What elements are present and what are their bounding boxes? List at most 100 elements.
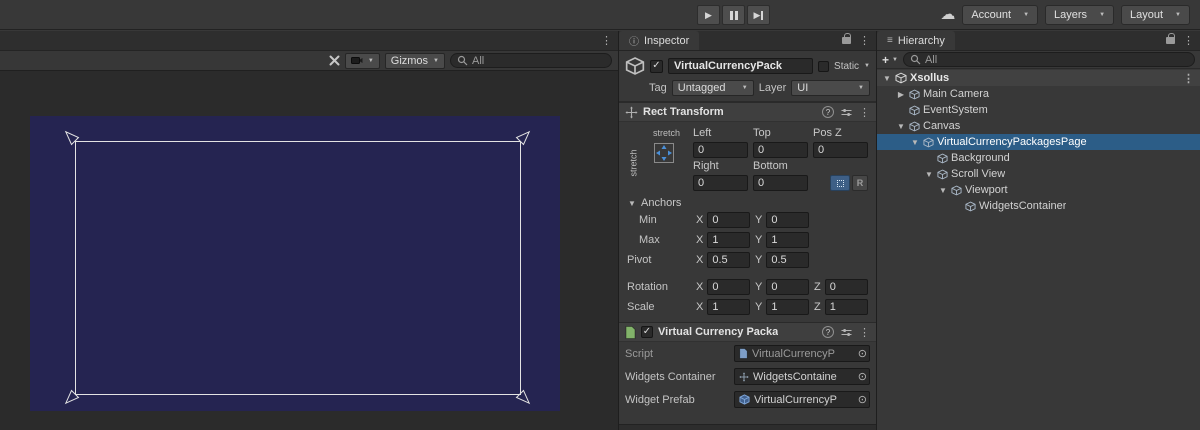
create-object-button[interactable]: + ▼ [882, 53, 898, 67]
top-field[interactable]: 0 [753, 142, 808, 158]
foldout-arrow-icon[interactable]: ▼ [910, 138, 920, 147]
account-dropdown[interactable]: Account▼ [962, 5, 1038, 25]
min-y-field[interactable]: 0 [766, 212, 809, 228]
scale-z-field[interactable]: 1 [825, 299, 868, 315]
active-checkbox[interactable]: ✓ [650, 60, 663, 73]
presets-icon[interactable] [841, 107, 852, 118]
hierarchy-search-text: All [925, 54, 937, 66]
scale-x-field[interactable]: 1 [707, 299, 750, 315]
rotation-x-field[interactable]: 0 [707, 279, 750, 295]
checkmark-icon: ✓ [643, 327, 651, 337]
foldout-arrow-icon[interactable]: ▼ [882, 74, 892, 83]
rotation-y-field[interactable]: 0 [766, 279, 809, 295]
layout-dropdown[interactable]: Layout▼ [1121, 5, 1190, 25]
rotation-z-field[interactable]: 0 [825, 279, 868, 295]
tag-dropdown[interactable]: Untagged ▼ [672, 80, 754, 96]
editor-tools-icon[interactable] [329, 55, 340, 66]
object-field-value: VirtualCurrencyP [754, 394, 837, 406]
anchor-preset-button[interactable] [651, 140, 677, 169]
gizmos-dropdown[interactable]: Gizmos ▼ [385, 53, 445, 69]
pivot-y-field[interactable]: 0.5 [766, 252, 809, 268]
foldout-arrow-icon: ▼ [627, 199, 637, 208]
presets-icon[interactable] [841, 327, 852, 338]
layer-dropdown[interactable]: UI ▼ [791, 80, 870, 96]
chevron-down-icon: ▼ [368, 58, 374, 64]
lock-icon[interactable] [842, 37, 851, 44]
camera-icon [351, 56, 363, 65]
foldout-arrow-icon[interactable]: ▶ [896, 90, 906, 99]
gameobject-icon [937, 153, 948, 164]
scene-options-icon[interactable]: ⋮ [1183, 72, 1200, 85]
pivot-x-field[interactable]: 0.5 [707, 252, 750, 268]
gameobject-icon [923, 137, 934, 148]
search-icon [910, 54, 921, 65]
hierarchy-row-selected[interactable]: ▼ VirtualCurrencyPackagesPage [877, 134, 1200, 150]
inspector-menu-icon[interactable]: ⋮ [859, 34, 870, 47]
tab-inspector[interactable]: ⓘ Inspector [619, 31, 699, 50]
lock-icon[interactable] [1166, 37, 1175, 44]
static-checkbox[interactable] [818, 61, 829, 72]
scene-panel-menu-icon[interactable]: ⋮ [601, 34, 612, 47]
hierarchy-row[interactable]: EventSystem [877, 102, 1200, 118]
layer-label: Layer [759, 82, 787, 94]
min-x-field[interactable]: 0 [707, 212, 750, 228]
hierarchy-row[interactable]: ▼ Scroll View [877, 166, 1200, 182]
help-icon[interactable]: ? [822, 106, 834, 118]
object-picker-icon[interactable]: ⊙ [858, 347, 867, 360]
step-button[interactable]: ▶ [747, 5, 770, 25]
widgets-container-field[interactable]: WidgetsContaine ⊙ [734, 368, 870, 385]
hierarchy-panel: ≡ Hierarchy ⋮ + ▼ All ▼ [876, 31, 1200, 430]
foldout-arrow-icon[interactable]: ▼ [896, 122, 906, 131]
script-component-header[interactable]: ✓ Virtual Currency Packa ? ⋮ [619, 322, 876, 342]
static-dropdown-icon[interactable]: ▼ [864, 63, 870, 69]
raw-edit-mode-button[interactable]: R [852, 175, 868, 191]
collab-cloud-icon[interactable]: ☁ [940, 5, 955, 25]
hierarchy-tab-title: Hierarchy [898, 35, 945, 47]
anchors-foldout[interactable]: ▼ Anchors [619, 194, 876, 210]
rect-transform-header[interactable]: Rect Transform ? ⋮ [619, 102, 876, 122]
left-field[interactable]: 0 [693, 142, 748, 158]
help-icon[interactable]: ? [822, 326, 834, 338]
main-toolbar: ▶ ▶ ☁ Account▼ Layers▼ Layout▼ [0, 0, 1200, 30]
hierarchy-tabstrip: ≡ Hierarchy ⋮ [877, 31, 1200, 51]
gameobject-name-field[interactable]: VirtualCurrencyPack [668, 58, 813, 74]
scale-y-field[interactable]: 1 [766, 299, 809, 315]
scene-search-input[interactable]: All [450, 53, 612, 68]
layers-dropdown[interactable]: Layers▼ [1045, 5, 1114, 25]
hierarchy-row[interactable]: ▼ Viewport [877, 182, 1200, 198]
x-axis-label: X [696, 301, 703, 313]
hierarchy-row[interactable]: WidgetsContainer [877, 198, 1200, 214]
max-y-field[interactable]: 1 [766, 232, 809, 248]
bottom-label: Bottom [753, 160, 808, 173]
hierarchy-row[interactable]: ▼ Canvas [877, 118, 1200, 134]
gameobject-icon[interactable] [625, 56, 645, 76]
foldout-arrow-icon[interactable]: ▼ [924, 170, 934, 179]
play-button[interactable]: ▶ [697, 5, 720, 25]
component-enabled-checkbox[interactable]: ✓ [641, 326, 653, 338]
pause-button[interactable] [722, 5, 745, 25]
object-picker-icon[interactable]: ⊙ [858, 370, 867, 383]
hierarchy-row-scene[interactable]: ▼ Xsollus ⋮ [877, 70, 1200, 86]
scene-camera-dropdown[interactable]: ▼ [345, 53, 380, 69]
blueprint-mode-button[interactable] [830, 175, 850, 191]
hierarchy-row[interactable]: Background [877, 150, 1200, 166]
object-picker-icon[interactable]: ⊙ [858, 393, 867, 406]
hierarchy-search-input[interactable]: All [903, 52, 1195, 67]
bottom-field[interactable]: 0 [753, 175, 808, 191]
hierarchy-menu-icon[interactable]: ⋮ [1183, 34, 1194, 47]
property-label: Script [625, 348, 729, 360]
right-field[interactable]: 0 [693, 175, 748, 191]
inspector-tabstrip: ⓘ Inspector ⋮ [619, 31, 876, 51]
posz-field[interactable]: 0 [813, 142, 868, 158]
component-menu-icon[interactable]: ⋮ [859, 106, 870, 119]
script-object-field[interactable]: VirtualCurrencyP ⊙ [734, 345, 870, 362]
hierarchy-row[interactable]: ▶ Main Camera [877, 86, 1200, 102]
foldout-arrow-icon[interactable]: ▼ [938, 186, 948, 195]
chevron-down-icon: ▼ [1023, 12, 1029, 18]
widget-prefab-field[interactable]: VirtualCurrencyP ⊙ [734, 391, 870, 408]
chevron-down-icon: ▼ [1175, 12, 1181, 18]
scene-viewport[interactable] [0, 71, 618, 430]
tab-hierarchy[interactable]: ≡ Hierarchy [877, 31, 955, 50]
component-menu-icon[interactable]: ⋮ [859, 326, 870, 339]
max-x-field[interactable]: 1 [707, 232, 750, 248]
